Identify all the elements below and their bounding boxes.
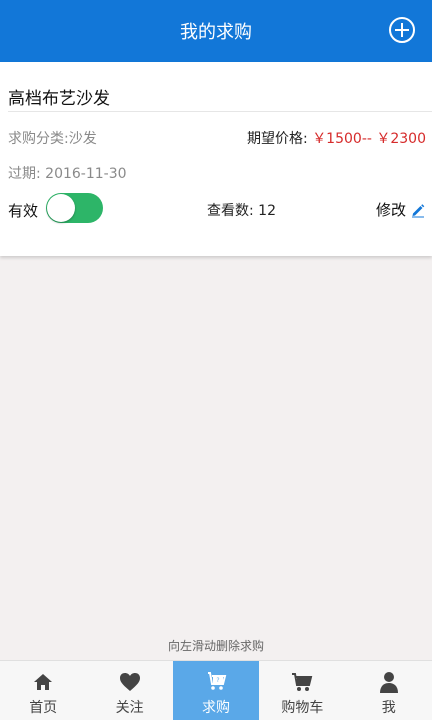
expected-price: 期望价格: ￥1500-- ￥2300 [247, 128, 426, 148]
divider [8, 111, 432, 112]
tab-home[interactable]: 首页 [0, 661, 86, 720]
toggle-knob [47, 194, 75, 222]
tab-label: 关注 [115, 700, 144, 716]
page-title: 我的求购 [180, 22, 252, 43]
tab-label: 我 [381, 700, 396, 716]
request-card[interactable]: 高档布艺沙发 求购分类:沙发 期望价格: ￥1500-- ￥2300 过期: 2… [0, 62, 432, 256]
plus-circle-icon[interactable] [388, 16, 416, 44]
tab-label: 购物车 [281, 700, 324, 716]
price-label: 期望价格: [247, 131, 308, 147]
tab-cart[interactable]: 购物车 [259, 661, 345, 720]
bottom-tab-bar: 首页 关注 ? 求购 购物车 我 [0, 660, 432, 720]
tab-label: 首页 [29, 700, 58, 716]
tab-label: 求购 [201, 700, 230, 716]
request-actions-row: 有效 查看数: 12 修改 [0, 190, 432, 226]
shopping-bag-icon: ? [207, 672, 227, 690]
heart-icon [119, 673, 140, 691]
price-value: ￥1500-- ￥2300 [312, 131, 426, 147]
app-header: 我的求购 [0, 0, 432, 62]
status-label: 有效 [8, 202, 39, 220]
request-category: 求购分类:沙发 [8, 131, 97, 147]
request-title: 高档布艺沙发 [8, 89, 110, 109]
view-count: 查看数: 12 [207, 203, 276, 219]
user-icon [379, 672, 398, 693]
cart-icon [292, 673, 313, 691]
tab-follow[interactable]: 关注 [86, 661, 172, 720]
edit-button[interactable]: 修改 [376, 199, 426, 220]
tab-me[interactable]: 我 [346, 661, 432, 720]
svg-text:?: ? [216, 677, 219, 684]
swipe-hint: 向左滑动删除求购 [167, 639, 264, 653]
status-toggle[interactable] [46, 193, 103, 223]
home-icon [34, 674, 53, 690]
edit-label: 修改 [375, 201, 406, 219]
tab-request[interactable]: ? 求购 [172, 661, 260, 720]
expire-date: 过期: 2016-11-30 [8, 166, 127, 182]
pencil-icon [412, 203, 425, 217]
